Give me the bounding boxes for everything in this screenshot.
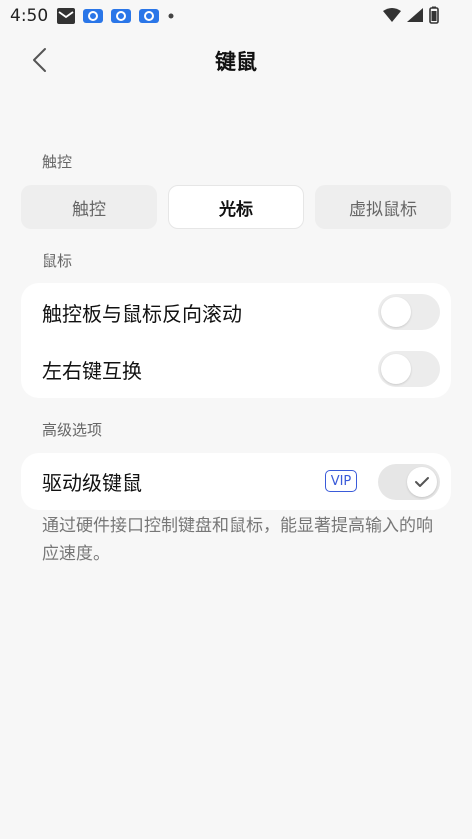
check-icon: [415, 477, 429, 487]
setting-row-swap-buttons: 左右键互换: [21, 340, 451, 398]
message-icon: [56, 7, 76, 25]
section-label-touch: 触控: [42, 153, 73, 171]
badge-icon: [110, 7, 132, 25]
mouse-settings-card: 触控板与鼠标反向滚动 左右键互换: [21, 283, 451, 398]
setting-row-driver-level: 驱动级键鼠 VIP: [21, 453, 451, 510]
driver-level-description: 通过硬件接口控制键盘和鼠标，能显著提高输入的响应速度。: [42, 516, 433, 564]
tab-touch[interactable]: 触控: [21, 185, 157, 229]
battery-icon: [428, 6, 440, 29]
driver-level-label: 驱动级键鼠: [42, 471, 142, 495]
advanced-settings-card: 驱动级键鼠 VIP: [21, 453, 451, 510]
reverse-scroll-label: 触控板与鼠标反向滚动: [42, 301, 242, 326]
tab-virtual-mouse[interactable]: 虚拟鼠标: [315, 185, 451, 229]
dot-icon: [166, 7, 176, 25]
page-title: 键鼠: [215, 50, 257, 74]
wifi-icon: [382, 7, 402, 28]
setting-row-reverse-scroll: 触控板与鼠标反向滚动: [21, 283, 451, 341]
section-label-advanced: 高级选项: [42, 421, 103, 439]
badge-icon: [138, 7, 160, 25]
swap-buttons-label: 左右键互换: [42, 358, 142, 383]
badge-icon: [82, 7, 104, 25]
swap-buttons-toggle[interactable]: [378, 351, 440, 387]
toggle-knob: [381, 354, 411, 384]
driver-level-toggle[interactable]: [378, 464, 440, 500]
section-label-mouse: 鼠标: [42, 252, 73, 270]
status-time: 4:50: [10, 6, 49, 26]
header: 键鼠: [0, 40, 472, 80]
tab-cursor[interactable]: 光标: [168, 185, 304, 229]
toggle-knob: [407, 467, 437, 497]
reverse-scroll-toggle[interactable]: [378, 294, 440, 330]
status-bar: 4:50: [0, 0, 472, 32]
signal-icon: [406, 7, 424, 28]
vip-badge: VIP: [325, 470, 357, 492]
toggle-knob: [381, 297, 411, 327]
